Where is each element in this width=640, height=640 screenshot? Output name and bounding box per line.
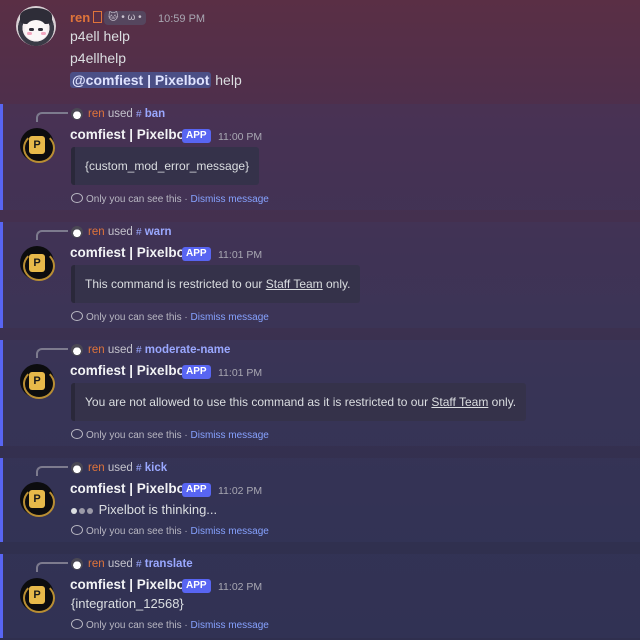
- app-badge: APP: [182, 579, 211, 593]
- user-mini-avatar[interactable]: [71, 558, 83, 570]
- user-mini-avatar[interactable]: [71, 108, 83, 120]
- slash-command-icon: #: [135, 227, 142, 238]
- user-mini-avatar[interactable]: [71, 462, 83, 474]
- response-embed: This command is restricted to our Staff …: [71, 265, 361, 303]
- reply-connector: [36, 466, 68, 476]
- ephemeral-note: Only you can see this · Dismiss message: [71, 311, 269, 323]
- command-invocation: ren used # ban: [88, 108, 166, 120]
- message-line: @comfiest | Pixelbot help: [70, 72, 242, 88]
- bot-avatar[interactable]: P: [20, 578, 55, 613]
- eye-icon: [71, 311, 83, 321]
- response-embed: {custom_mod_error_message}: [71, 147, 260, 185]
- ephemeral-bar: [0, 104, 3, 210]
- bot-reply-translate: ren used # translate P comfiest | Pixelb…: [0, 554, 640, 638]
- bot-reply-moderate-name: ren used # moderate-name P comfiest | Pi…: [0, 340, 640, 446]
- user-avatar[interactable]: [16, 6, 56, 46]
- dismiss-message-link[interactable]: Dismiss message: [191, 526, 269, 537]
- dismiss-message-link[interactable]: Dismiss message: [191, 620, 269, 631]
- bot-name[interactable]: comfiest | Pixelbot: [70, 245, 189, 260]
- timestamp: 10:59 PM: [158, 13, 206, 25]
- bot-name[interactable]: comfiest | Pixelbot: [70, 127, 189, 142]
- staff-team-link[interactable]: Staff Team: [431, 395, 488, 409]
- bot-avatar[interactable]: P: [20, 482, 55, 517]
- timestamp: 11:01 PM: [218, 249, 263, 261]
- reply-connector: [36, 562, 68, 572]
- dismiss-message-link[interactable]: Dismiss message: [191, 312, 269, 323]
- user-tag-badge[interactable]: 🐱 • ω •: [104, 11, 146, 25]
- user-message: ren 🐱 • ω • 10:59 PM p4ell help p4ellhel…: [0, 0, 640, 100]
- eye-icon: [71, 619, 83, 629]
- timestamp: 11:02 PM: [218, 485, 263, 497]
- unknown-glyph-icon: [93, 11, 103, 23]
- cat-icon: 🐱: [108, 12, 119, 23]
- bot-reply-warn: ren used # warn P comfiest | Pixelbot AP…: [0, 222, 640, 328]
- timestamp: 11:00 PM: [218, 131, 263, 143]
- user-mini-avatar[interactable]: [71, 226, 83, 238]
- message-line: p4ell help: [70, 28, 130, 44]
- message-line: p4ellhelp: [70, 50, 127, 66]
- bot-avatar[interactable]: P: [20, 364, 55, 399]
- eye-icon: [71, 525, 83, 535]
- command-invocation: ren used # warn: [88, 226, 172, 238]
- bot-avatar[interactable]: P: [20, 246, 55, 281]
- app-badge: APP: [182, 365, 211, 379]
- ephemeral-bar: [0, 222, 3, 328]
- command-name[interactable]: ban: [145, 108, 165, 120]
- eye-icon: [71, 429, 83, 439]
- app-badge: APP: [182, 129, 211, 143]
- timestamp: 11:02 PM: [218, 581, 263, 593]
- slash-command-icon: #: [135, 345, 142, 356]
- command-name[interactable]: warn: [145, 226, 172, 238]
- user-mini-avatar[interactable]: [71, 344, 83, 356]
- app-badge: APP: [182, 247, 211, 261]
- app-badge: APP: [182, 483, 211, 497]
- dismiss-message-link[interactable]: Dismiss message: [191, 430, 269, 441]
- bot-reply-ban: ren used # ban P comfiest | Pixelbot APP…: [0, 104, 640, 210]
- ephemeral-note: Only you can see this · Dismiss message: [71, 525, 269, 537]
- ephemeral-bar: [0, 458, 3, 542]
- command-invocation: ren used # moderate-name: [88, 344, 231, 356]
- ephemeral-note: Only you can see this · Dismiss message: [71, 193, 269, 205]
- eye-icon: [71, 193, 83, 203]
- username[interactable]: ren: [70, 10, 103, 25]
- command-name[interactable]: kick: [145, 462, 167, 474]
- bot-mention[interactable]: @comfiest | Pixelbot: [70, 72, 212, 88]
- response-text: {integration_12568}: [71, 596, 184, 611]
- bot-avatar[interactable]: P: [20, 128, 55, 163]
- reply-connector: [36, 230, 68, 240]
- staff-team-link[interactable]: Staff Team: [266, 277, 323, 291]
- timestamp: 11:01 PM: [218, 367, 263, 379]
- dismiss-message-link[interactable]: Dismiss message: [191, 194, 269, 205]
- ephemeral-note: Only you can see this · Dismiss message: [71, 429, 269, 441]
- command-invocation: ren used # translate: [88, 558, 193, 570]
- ephemeral-bar: [0, 554, 3, 638]
- loading-dots-icon: [71, 502, 95, 517]
- ephemeral-note: Only you can see this · Dismiss message: [71, 619, 269, 631]
- ephemeral-bar: [0, 340, 3, 446]
- response-embed: You are not allowed to use this command …: [71, 383, 527, 421]
- slash-command-icon: #: [135, 109, 142, 120]
- slash-command-icon: #: [135, 559, 142, 570]
- command-name[interactable]: moderate-name: [145, 344, 231, 356]
- reply-connector: [36, 112, 68, 122]
- thinking-indicator: Pixelbot is thinking...: [71, 502, 217, 517]
- bot-name[interactable]: comfiest | Pixelbot: [70, 481, 189, 496]
- command-invocation: ren used # kick: [88, 462, 168, 474]
- bot-reply-kick: ren used # kick P comfiest | Pixelbot AP…: [0, 458, 640, 542]
- bot-name[interactable]: comfiest | Pixelbot: [70, 363, 189, 378]
- command-name[interactable]: translate: [145, 558, 193, 570]
- bot-name[interactable]: comfiest | Pixelbot: [70, 577, 189, 592]
- reply-connector: [36, 348, 68, 358]
- slash-command-icon: #: [135, 463, 142, 474]
